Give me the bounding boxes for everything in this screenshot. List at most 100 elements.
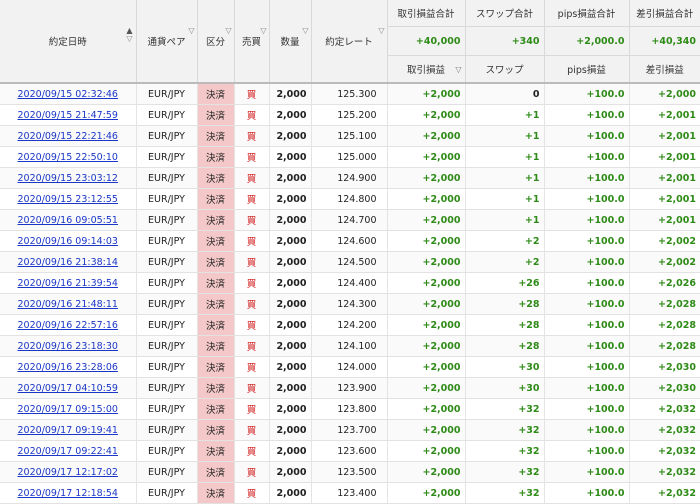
trade-time-link[interactable]: 2020/09/15 23:12:55 xyxy=(18,194,118,205)
trade-time-link[interactable]: 2020/09/16 21:39:54 xyxy=(18,278,118,289)
sort-side-icon[interactable]: ▽ xyxy=(260,27,266,35)
cell-time: 2020/09/16 21:39:54 xyxy=(0,272,137,294)
trade-time-link[interactable]: 2020/09/16 21:38:14 xyxy=(18,257,118,268)
cell-qty: 2,000 xyxy=(269,335,312,357)
table-row: 2020/09/16 09:05:51 EUR/JPY 決済買 2,000 124.70… xyxy=(0,209,700,231)
cell-kind: 決済 xyxy=(197,419,235,441)
cell-net: +2,001 xyxy=(629,146,700,168)
table-row: 2020/09/17 09:19:41 EUR/JPY 決済買 2,000 123.70… xyxy=(0,419,700,441)
cell-side: 買 xyxy=(234,188,270,210)
trade-time-link[interactable]: 2020/09/17 09:15:00 xyxy=(18,404,118,415)
sort-pnl-icon[interactable]: ▽ xyxy=(455,65,461,74)
cell-net: +2,000 xyxy=(629,83,700,105)
trade-time-link[interactable]: 2020/09/15 22:50:10 xyxy=(18,152,118,163)
trade-time-link[interactable]: 2020/09/17 12:18:54 xyxy=(18,488,118,499)
header-rate-label: 約定レート xyxy=(325,37,373,48)
trade-time-link[interactable]: 2020/09/15 21:47:59 xyxy=(18,110,118,121)
table-row: 2020/09/15 21:47:59 EUR/JPY 決済買 2,000 125.20… xyxy=(0,104,700,126)
trade-time-link[interactable]: 2020/09/16 09:05:51 xyxy=(18,215,118,226)
cell-time: 2020/09/16 21:48:11 xyxy=(0,293,137,315)
cell-pips: +100.0 xyxy=(544,461,630,483)
cell-rate: 124.400 xyxy=(311,272,388,294)
cell-rate: 123.500 xyxy=(311,461,388,483)
header-time[interactable]: 約定日時 ▲ ▽ xyxy=(0,0,137,84)
cell-pair: EUR/JPY xyxy=(136,209,198,231)
header-pnl[interactable]: 取引損益 ▽ xyxy=(387,55,466,84)
sort-time-icon[interactable]: ▲ ▽ xyxy=(126,27,132,43)
header-rate[interactable]: 約定レート ▽ xyxy=(311,0,388,84)
cell-time: 2020/09/17 09:15:00 xyxy=(0,398,137,420)
header-pair[interactable]: 通貨ペア ▽ xyxy=(136,0,198,84)
cell-pair: EUR/JPY xyxy=(136,440,198,462)
cell-time: 2020/09/17 12:17:02 xyxy=(0,461,137,483)
cell-side: 買 xyxy=(234,314,270,336)
cell-net: +2,002 xyxy=(629,251,700,273)
cell-kind: 決済 xyxy=(197,440,235,462)
cell-qty: 2,000 xyxy=(269,188,312,210)
header-pips-total-label: pips損益合計 xyxy=(544,0,630,27)
header-side[interactable]: 売買 ▽ xyxy=(234,0,270,84)
sort-rate-icon[interactable]: ▽ xyxy=(378,27,384,35)
trade-time-link[interactable]: 2020/09/16 21:48:11 xyxy=(18,299,118,310)
header-kind[interactable]: 区分 ▽ xyxy=(197,0,235,84)
header-net: 差引損益 xyxy=(629,55,700,84)
sort-qty-icon[interactable]: ▽ xyxy=(302,27,308,35)
trade-time-link[interactable]: 2020/09/15 22:21:46 xyxy=(18,131,118,142)
cell-rate: 124.300 xyxy=(311,293,388,315)
cell-pair: EUR/JPY xyxy=(136,83,198,105)
cell-side: 買 xyxy=(234,83,270,105)
trade-time-link[interactable]: 2020/09/15 02:32:46 xyxy=(18,89,118,100)
trade-time-link[interactable]: 2020/09/17 09:19:41 xyxy=(18,425,118,436)
trade-time-link[interactable]: 2020/09/16 23:28:06 xyxy=(18,362,118,373)
sort-kind-icon[interactable]: ▽ xyxy=(225,27,231,35)
cell-pips: +100.0 xyxy=(544,356,630,378)
table-body: 2020/09/15 02:32:46 EUR/JPY 決済買 2,000 125.30… xyxy=(0,83,700,504)
cell-time: 2020/09/16 23:18:30 xyxy=(0,335,137,357)
table-row: 2020/09/15 23:12:55 EUR/JPY 決済買 2,000 124.80… xyxy=(0,188,700,210)
trade-time-link[interactable]: 2020/09/17 12:17:02 xyxy=(18,467,118,478)
cell-time: 2020/09/15 23:03:12 xyxy=(0,167,137,189)
cell-kind: 決済 xyxy=(197,398,235,420)
trade-time-link[interactable]: 2020/09/16 09:14:03 xyxy=(18,236,118,247)
cell-pnl: +2,000 xyxy=(387,104,466,126)
cell-net: +2,028 xyxy=(629,335,700,357)
cell-pnl: +2,000 xyxy=(387,482,466,504)
header-qty-label: 数量 xyxy=(280,37,300,48)
cell-time: 2020/09/16 23:28:06 xyxy=(0,356,137,378)
table-row: 2020/09/16 23:18:30 EUR/JPY 決済買 2,000 124.10… xyxy=(0,335,700,357)
cell-side: 買 xyxy=(234,419,270,441)
trade-time-link[interactable]: 2020/09/16 23:18:30 xyxy=(18,341,118,352)
cell-swap: +28 xyxy=(465,335,545,357)
cell-pair: EUR/JPY xyxy=(136,146,198,168)
header-time-label: 約定日時 xyxy=(48,37,87,48)
cell-pnl: +2,000 xyxy=(387,167,466,189)
cell-net: +2,028 xyxy=(629,293,700,315)
trade-time-link[interactable]: 2020/09/17 09:22:41 xyxy=(18,446,118,457)
cell-pair: EUR/JPY xyxy=(136,377,198,399)
cell-swap: +32 xyxy=(465,398,545,420)
table-row: 2020/09/17 12:18:54 EUR/JPY 決済買 2,000 123.40… xyxy=(0,482,700,504)
cell-side: 買 xyxy=(234,293,270,315)
cell-pair: EUR/JPY xyxy=(136,398,198,420)
cell-swap: +1 xyxy=(465,167,545,189)
cell-side: 買 xyxy=(234,251,270,273)
cell-pnl: +2,000 xyxy=(387,251,466,273)
cell-qty: 2,000 xyxy=(269,83,312,105)
cell-swap: +32 xyxy=(465,419,545,441)
cell-rate: 124.000 xyxy=(311,356,388,378)
header-swap-total-label: スワップ合計 xyxy=(465,0,545,27)
cell-pips: +100.0 xyxy=(544,230,630,252)
trade-time-link[interactable]: 2020/09/17 04:10:59 xyxy=(18,383,118,394)
cell-pair: EUR/JPY xyxy=(136,230,198,252)
trade-time-link[interactable]: 2020/09/16 22:57:16 xyxy=(18,320,118,331)
cell-kind: 決済 xyxy=(197,230,235,252)
cell-pips: +100.0 xyxy=(544,83,630,105)
cell-pnl: +2,000 xyxy=(387,356,466,378)
cell-time: 2020/09/15 22:50:10 xyxy=(0,146,137,168)
trade-time-link[interactable]: 2020/09/15 23:03:12 xyxy=(18,173,118,184)
header-qty[interactable]: 数量 ▽ xyxy=(269,0,312,84)
cell-side: 買 xyxy=(234,335,270,357)
cell-pips: +100.0 xyxy=(544,398,630,420)
sort-pair-icon[interactable]: ▽ xyxy=(188,27,194,35)
table-row: 2020/09/15 22:50:10 EUR/JPY 決済買 2,000 125.00… xyxy=(0,146,700,168)
